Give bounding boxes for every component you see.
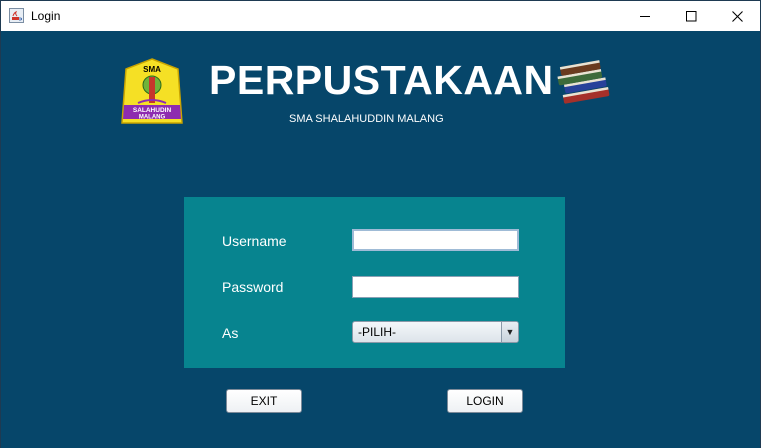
minimize-icon xyxy=(639,15,650,17)
main-content: SMA SALAHUDIN MALANG PERPUSTAKAAN SMA SH… xyxy=(1,31,760,448)
minimize-button[interactable] xyxy=(622,1,668,31)
username-label: Username xyxy=(222,233,287,249)
logo-text-city: MALANG xyxy=(139,115,166,121)
login-panel: Username Password As -PILIH- ▼ xyxy=(184,197,565,368)
chevron-down-icon[interactable]: ▼ xyxy=(501,322,518,342)
login-window: Login SMA SALAHUDIN MALANG PERPUSTAKAAN xyxy=(0,0,761,448)
maximize-button[interactable] xyxy=(668,1,714,31)
username-input[interactable] xyxy=(352,229,519,251)
login-button[interactable]: LOGIN xyxy=(447,389,523,413)
close-icon xyxy=(731,10,743,22)
logo-text-top: SMA xyxy=(143,65,161,74)
exit-button[interactable]: EXIT xyxy=(226,389,302,413)
password-input[interactable] xyxy=(352,276,519,298)
maximize-icon xyxy=(685,10,696,21)
page-title: PERPUSTAKAAN xyxy=(209,57,554,103)
role-select-value: -PILIH- xyxy=(358,325,397,339)
role-label: As xyxy=(222,325,239,341)
title-bar: Login xyxy=(1,1,760,31)
java-coffee-icon xyxy=(9,8,24,23)
role-select[interactable]: -PILIH- ▼ xyxy=(352,321,519,343)
password-label: Password xyxy=(222,279,284,295)
close-button[interactable] xyxy=(714,1,760,31)
window-title: Login xyxy=(31,9,61,23)
school-logo: SMA SALAHUDIN MALANG xyxy=(121,58,183,124)
page-subtitle: SMA SHALAHUDDIN MALANG xyxy=(289,113,444,125)
books-stack-icon xyxy=(557,60,610,104)
logo-text-name: SALAHUDIN xyxy=(133,107,172,114)
